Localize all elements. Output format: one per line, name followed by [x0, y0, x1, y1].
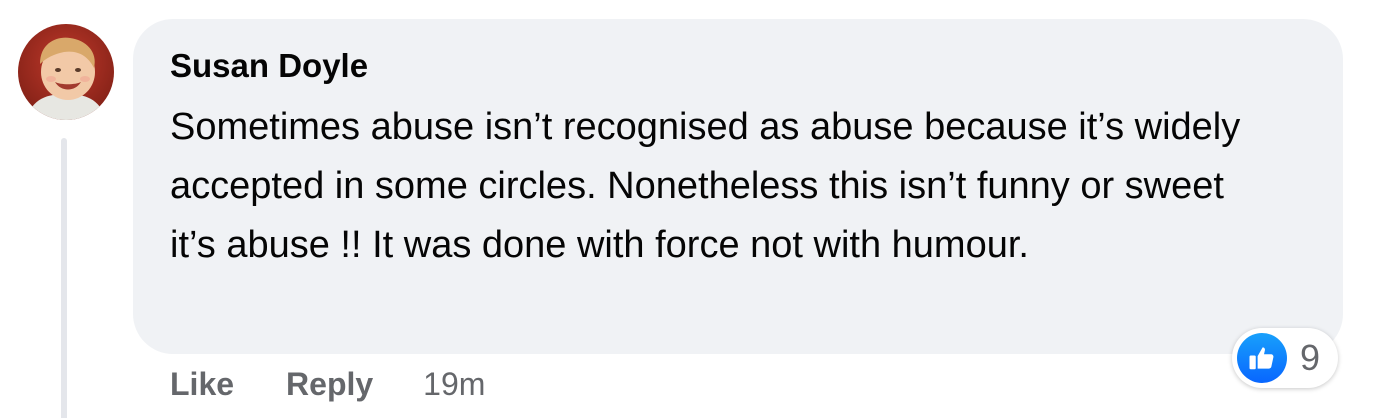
reaction-count: 9	[1300, 337, 1321, 378]
avatar[interactable]	[18, 24, 114, 120]
comment-timestamp[interactable]: 19m	[423, 366, 485, 403]
comment-text: Sometimes abuse isn’t recognised as abus…	[170, 106, 1241, 266]
like-button[interactable]: Like	[170, 366, 234, 403]
reaction-summary[interactable]: 9	[1232, 328, 1338, 388]
comment-bubble: Susan Doyle Sometimes abuse isn’t recogn…	[133, 19, 1343, 354]
thumbs-up-glyph	[1249, 347, 1274, 370]
thumbs-up-icon	[1237, 333, 1287, 383]
comment-actions: Like Reply 19m	[170, 362, 485, 406]
thread-connector-line	[61, 138, 67, 418]
reply-button[interactable]: Reply	[286, 366, 373, 403]
comment-author[interactable]: Susan Doyle	[170, 44, 368, 88]
child-portrait-avatar-image	[18, 24, 114, 120]
